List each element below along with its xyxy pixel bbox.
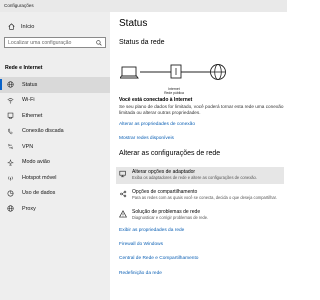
network-status-heading: Status da rede [119, 39, 165, 46]
sidebar-item-label: Status [22, 81, 38, 88]
sidebar-item-label: Ethernet [22, 112, 43, 119]
globe-icon [7, 205, 14, 212]
search-input[interactable]: Localizar uma configuração [4, 37, 106, 48]
sidebar-item-wifi[interactable]: Wi-Fi [0, 93, 110, 109]
airplane-icon [7, 158, 14, 166]
home-icon [8, 23, 15, 30]
network-type: Rede pública [164, 91, 184, 96]
option-description: Exiba os adaptadores de rede e altere as… [132, 175, 257, 180]
adapter-icon [119, 170, 126, 178]
connected-title: Você está conectado à Internet [119, 97, 193, 103]
ethernet-icon [7, 113, 14, 120]
option-description: Para as redes com as quais você se conec… [132, 195, 277, 200]
sharing-icon [120, 190, 127, 198]
sidebar-nav: Status Wi-Fi Ethernet Conexão discada VP… [0, 77, 110, 217]
hotspot-icon [8, 176, 13, 181]
data-usage-icon [7, 190, 14, 197]
windows-firewall-link[interactable]: Firewall do Windows [119, 242, 163, 247]
page-title: Status [119, 18, 148, 29]
warning-icon [119, 210, 127, 218]
sharing-options-button[interactable]: Opções de compartilhamento Para as redes… [116, 187, 284, 204]
sidebar-item-label: Proxy [22, 205, 36, 212]
sidebar-item-dialup[interactable]: Conexão discada [0, 124, 110, 140]
search-icon[interactable] [96, 40, 102, 46]
sidebar-item-label: Uso de dados [22, 190, 56, 197]
show-available-networks-link[interactable]: Mostrar redes disponíveis [119, 136, 174, 141]
view-network-properties-link[interactable]: Exibir as propriedades da rede [119, 228, 184, 233]
troubleshoot-button[interactable]: Solução de problemas de rede Diagnostica… [116, 207, 284, 224]
option-description: Diagnosticar e corrigir problemas de red… [132, 215, 209, 220]
sidebar-item-label: Wi-Fi [22, 97, 35, 104]
globe-icon [7, 81, 14, 88]
network-sharing-center-link[interactable]: Central de Rede e Compartilhamento [119, 256, 198, 261]
router-icon [170, 64, 182, 79]
sidebar-item-label: Hotspot móvel [22, 174, 57, 181]
home-label: Início [21, 23, 35, 30]
sidebar-item-vpn[interactable]: VPN [0, 139, 110, 155]
connected-description: Se seu plano de dados for limitado, você… [119, 104, 284, 116]
search-placeholder: Localizar uma configuração [8, 40, 72, 46]
sidebar-item-ethernet[interactable]: Ethernet [0, 108, 110, 124]
sidebar-item-label: Conexão discada [22, 128, 64, 135]
sidebar: Início Localizar uma configuração Rede e… [0, 12, 110, 300]
window-title: Configurações [0, 0, 287, 12]
sidebar-item-hotspot[interactable]: Hotspot móvel [0, 170, 110, 186]
home-nav-item[interactable]: Início [8, 23, 34, 30]
sidebar-item-data-usage[interactable]: Uso de dados [0, 186, 110, 202]
sidebar-item-airplane[interactable]: Modo avião [0, 155, 110, 171]
sidebar-item-status[interactable]: Status [0, 77, 110, 93]
adapter-options-button[interactable]: Alterar opções de adaptador Exiba os ada… [116, 167, 284, 184]
sidebar-item-label: VPN [22, 143, 34, 150]
section-heading: Rede e Internet [5, 65, 43, 71]
sidebar-item-proxy[interactable]: Proxy [0, 201, 110, 217]
sidebar-item-label: Modo avião [22, 159, 50, 166]
change-connection-properties-link[interactable]: Alterar as propriedades de conexão [119, 122, 195, 127]
laptop-icon [120, 66, 139, 79]
globe-icon [210, 64, 226, 80]
main-content: Status Status da rede Internet Rede públ… [110, 12, 287, 300]
network-label: Internet Rede pública [162, 87, 186, 95]
wifi-icon [7, 98, 14, 104]
vpn-icon [8, 144, 13, 150]
network-reset-link[interactable]: Redefinição da rede [119, 271, 162, 276]
change-settings-heading: Alterar as configurações de rede [119, 150, 221, 157]
phone-icon [8, 128, 13, 134]
